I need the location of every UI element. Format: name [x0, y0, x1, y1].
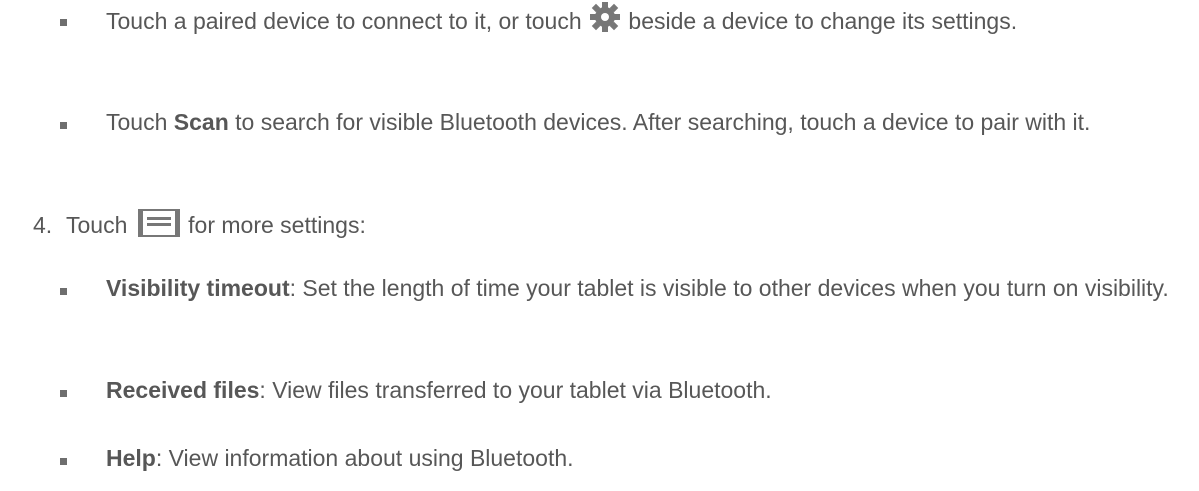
step-number: 4.: [33, 212, 53, 238]
scan-text-before: Touch: [106, 109, 174, 135]
scan-label: Scan: [173, 109, 229, 135]
bullet-marker: [60, 19, 67, 26]
received-files-text: : View files transferred to your tablet …: [259, 377, 772, 403]
step-4-text-after: for more settings:: [188, 212, 366, 238]
received-files-label: Received files: [106, 377, 260, 403]
bullet-marker: [60, 288, 67, 295]
help-text: : View information about using Bluetooth…: [155, 445, 574, 471]
step-4-text: Touch for more settings:: [66, 208, 1166, 242]
help-label: Help: [106, 445, 156, 471]
visibility-timeout-text: : Set the length of time your tablet is …: [289, 275, 1169, 301]
paired-device-text-after: beside a device to change its settings.: [628, 8, 1018, 34]
step-4-text-before: Touch: [66, 212, 128, 238]
bullet-marker: [60, 458, 67, 465]
gear-icon: [590, 2, 621, 32]
list-item-scan: Touch Scan to search for visible Bluetoo…: [106, 105, 1196, 139]
list-item-help: Help: View information about using Bluet…: [106, 441, 1166, 475]
scan-text-after: to search for visible Bluetooth devices.…: [228, 109, 1091, 135]
visibility-timeout-label: Visibility timeout: [106, 275, 290, 301]
paired-device-text-before: Touch a paired device to connect to it, …: [106, 8, 582, 34]
bullet-marker: [60, 390, 67, 397]
list-item-visibility-timeout: Visibility timeout: Set the length of ti…: [106, 271, 1196, 305]
menu-icon: [137, 209, 180, 237]
bullet-marker: [60, 122, 67, 129]
list-item-paired-device: Touch a paired device to connect to it, …: [106, 2, 1166, 38]
list-item-received-files: Received files: View files transferred t…: [106, 373, 1166, 407]
